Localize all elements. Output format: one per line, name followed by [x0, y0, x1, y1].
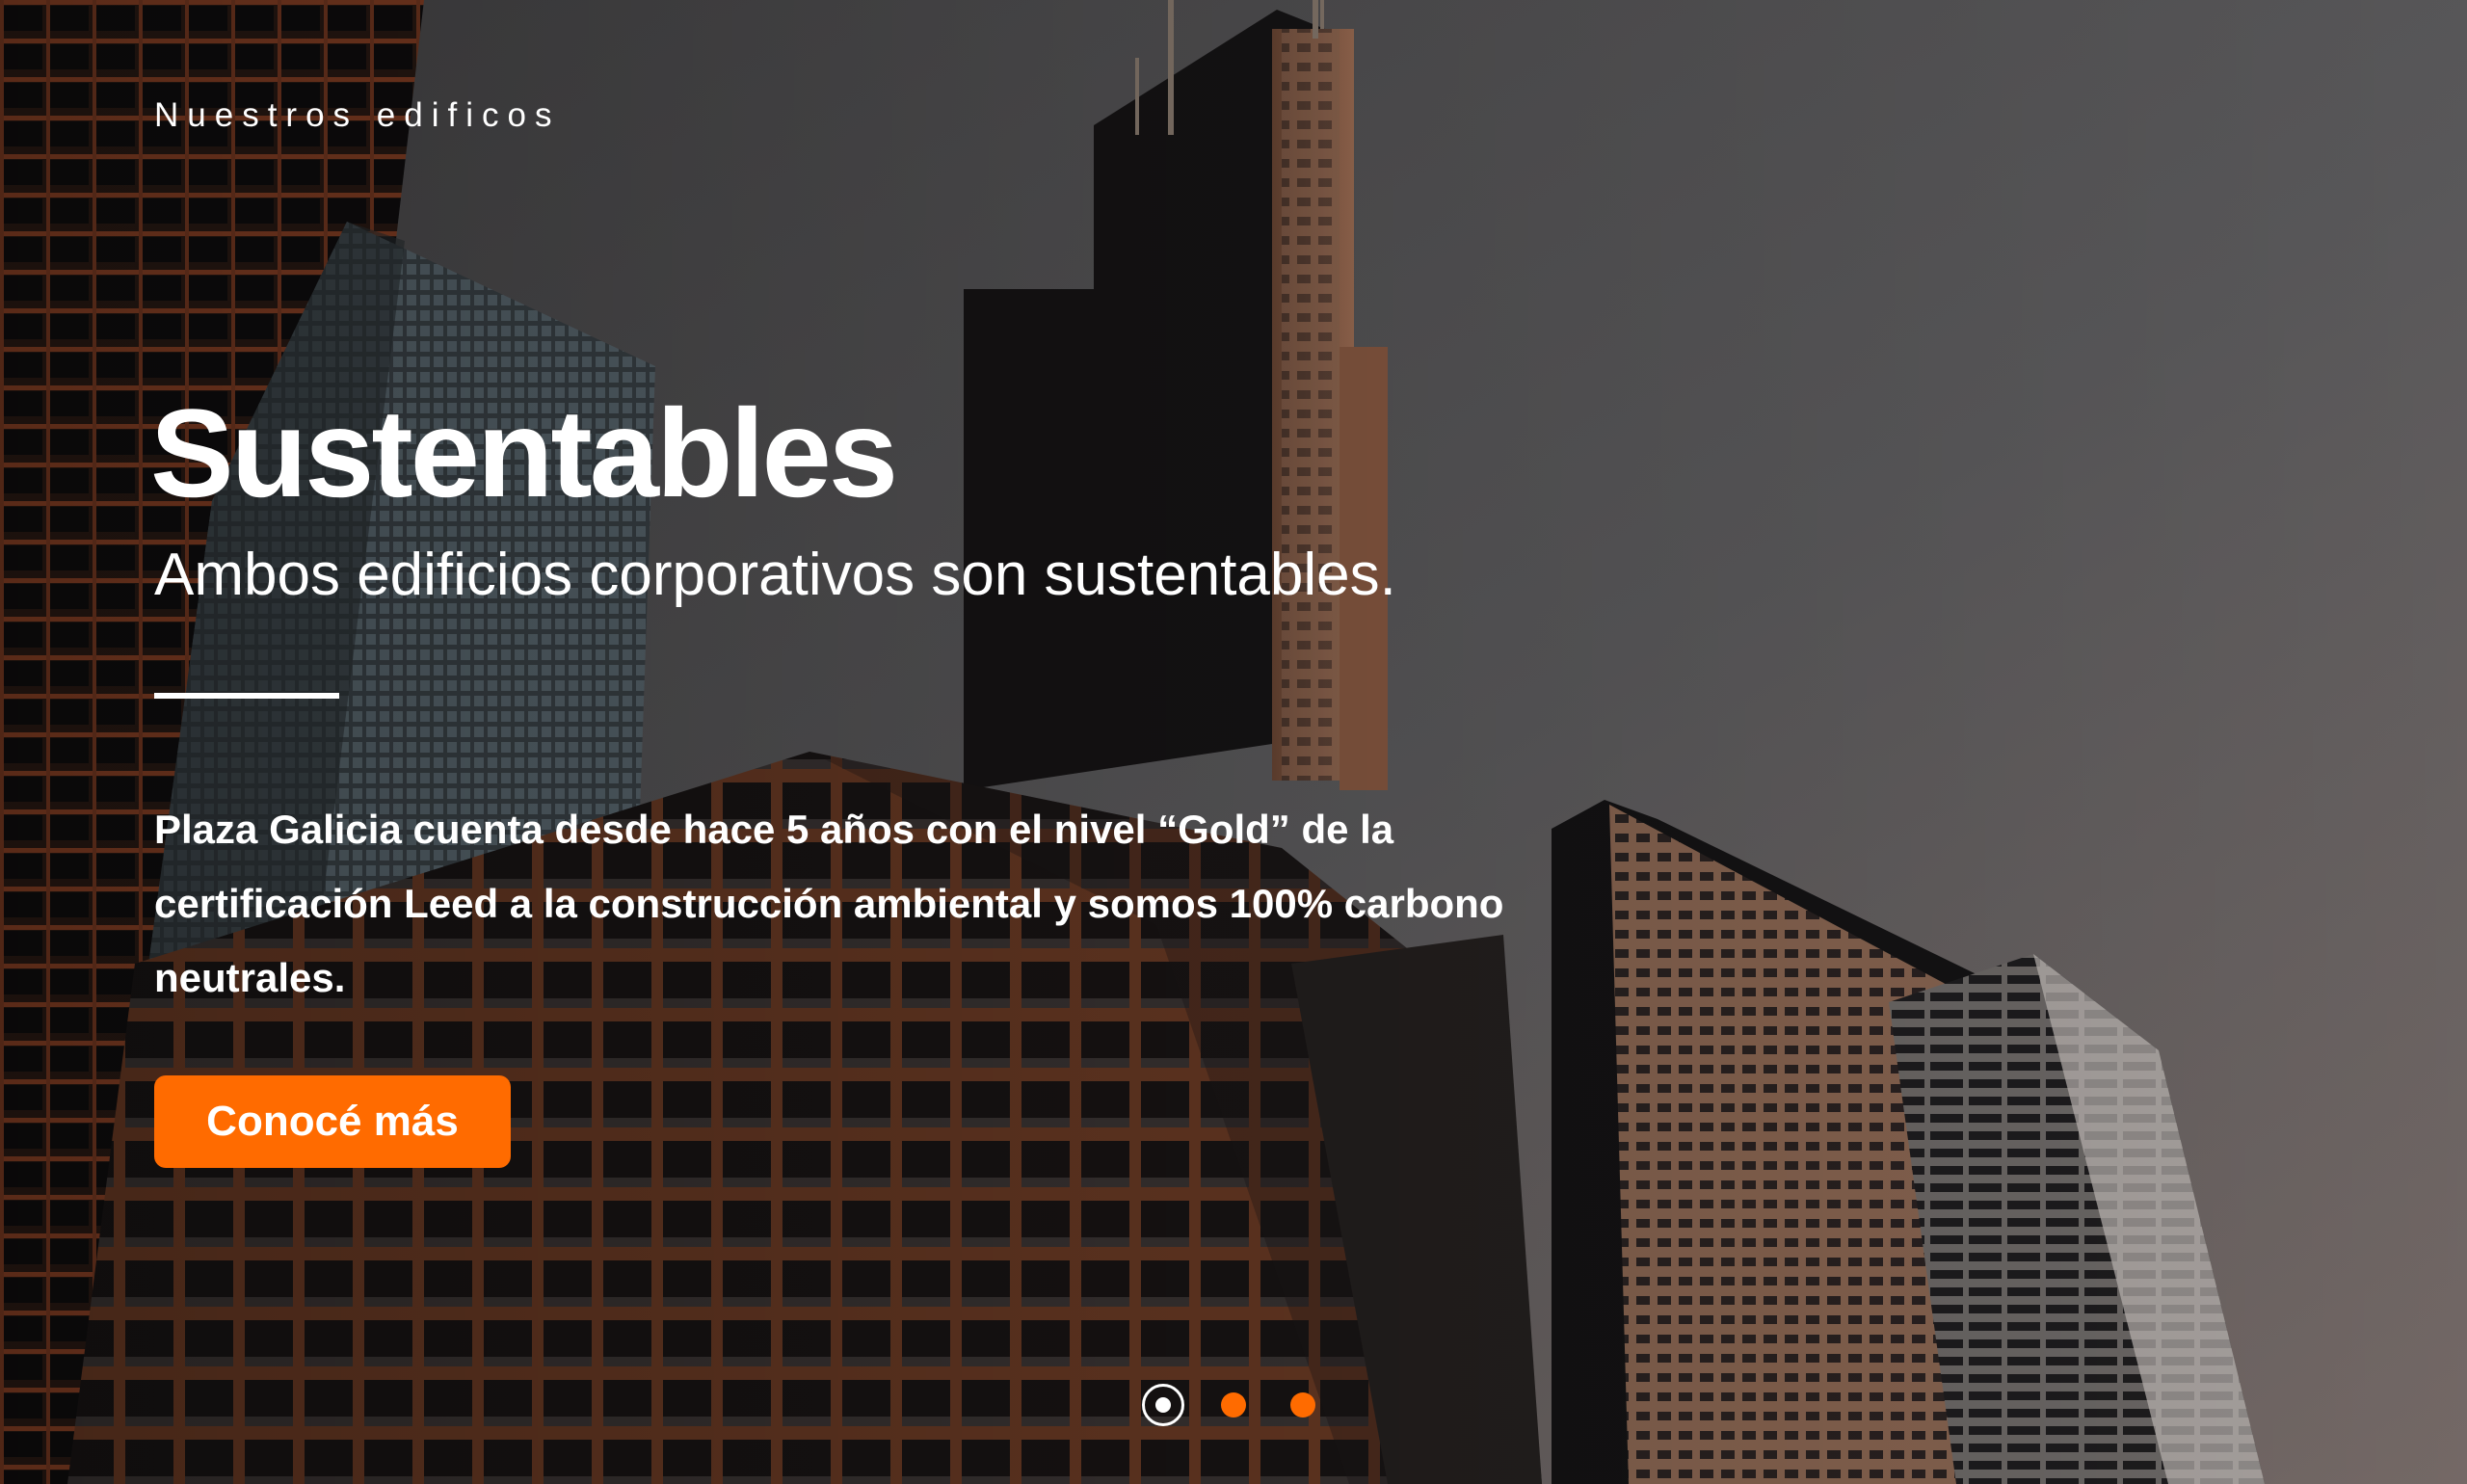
learn-more-button[interactable]: Conocé más	[154, 1075, 511, 1168]
carousel-dot-1[interactable]	[1142, 1384, 1184, 1426]
eyebrow-label: Nuestros edificos	[154, 96, 561, 134]
hero-description: Plaza Galicia cuenta desde hace 5 años c…	[154, 807, 1504, 1000]
carousel-dot-2[interactable]	[1221, 1392, 1246, 1418]
skyscrapers-background-image	[0, 0, 2467, 1484]
title-divider	[154, 693, 339, 699]
hero-title: Sustentables	[150, 383, 898, 523]
hero-section: Nuestros edificos Sustentables Ambos edi…	[0, 0, 2467, 1484]
active-dot-indicator	[1155, 1397, 1171, 1413]
hero-subtitle: Ambos edificios corporativos son sustent…	[154, 542, 1396, 608]
carousel-dot-3[interactable]	[1290, 1392, 1315, 1418]
